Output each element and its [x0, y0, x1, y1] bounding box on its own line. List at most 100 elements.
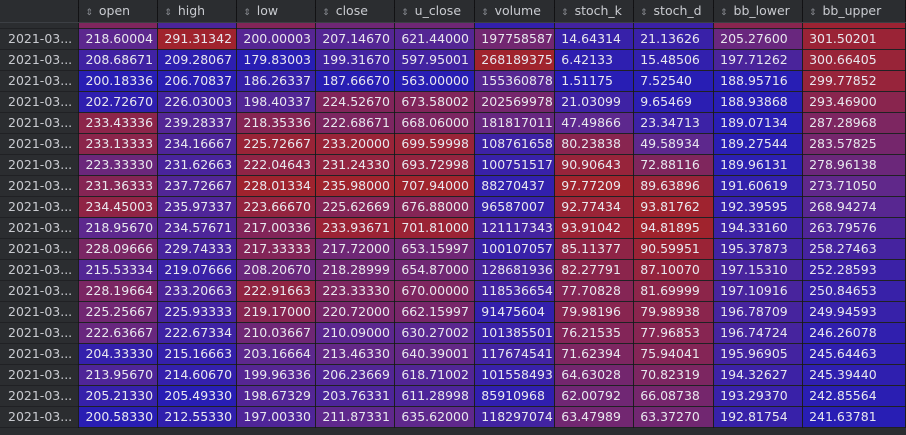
table-row[interactable]: 2021-03... 215.53334 219.07666 208.20670 218…: [0, 259, 906, 281]
cell-volume[interactable]: 268189375: [474, 49, 556, 71]
row-index-cell[interactable]: 2021-03...: [0, 91, 80, 113]
cell-high[interactable]: 291.31342: [157, 28, 238, 50]
sort-arrows-icon[interactable]: ⇕: [164, 8, 172, 18]
cell-bb_upper[interactable]: 273.71050: [802, 175, 906, 197]
cell-open[interactable]: 222.63667: [78, 322, 159, 344]
cell-u_close[interactable]: 668.06000: [394, 112, 476, 134]
sort-arrows-icon[interactable]: ⇕: [720, 8, 728, 18]
cell-volume[interactable]: 117674541: [474, 343, 556, 365]
cell-volume[interactable]: 155360878: [474, 70, 556, 92]
cell-stoch_d[interactable]: 94.81895: [633, 217, 715, 239]
cell-open[interactable]: 208.68671: [78, 49, 159, 71]
cell-close[interactable]: 199.31670: [315, 49, 396, 71]
cell-volume[interactable]: 101558493: [474, 364, 556, 386]
cell-low[interactable]: 198.40337: [236, 91, 317, 113]
row-index-cell[interactable]: 2021-03...: [0, 49, 80, 71]
cell-bb_upper[interactable]: 241.63781: [802, 406, 906, 428]
row-index-cell[interactable]: 2021-03...: [0, 133, 80, 155]
table-row[interactable]: 2021-03... 233.13333 234.16667 225.72667 233…: [0, 133, 906, 155]
cell-volume[interactable]: 91475604: [474, 301, 556, 323]
header-bb_lower[interactable]: ⇕ bb_lower: [713, 0, 803, 23]
row-index-cell[interactable]: 2021-03...: [0, 280, 80, 302]
cell-bb_lower[interactable]: 189.27544: [713, 133, 804, 155]
cell-stoch_d[interactable]: 9.65469: [633, 91, 715, 113]
table-row[interactable]: 2021-03... 233.43336 239.28337 218.35336 222…: [0, 112, 906, 134]
cell-low[interactable]: 186.26337: [236, 70, 317, 92]
cell-high[interactable]: 235.97337: [157, 196, 238, 218]
header-volume[interactable]: ⇕ volume: [474, 0, 556, 23]
cell-high[interactable]: 233.20663: [157, 280, 238, 302]
cell-low[interactable]: 222.04643: [236, 154, 317, 176]
cell-volume[interactable]: 100751517: [474, 154, 556, 176]
cell-low[interactable]: 219.17000: [236, 301, 317, 323]
cell-open[interactable]: 218.95670: [78, 217, 159, 239]
sort-arrows-icon[interactable]: ⇕: [322, 8, 330, 18]
cell-close[interactable]: 211.87331: [315, 406, 396, 428]
row-index-cell[interactable]: 2021-03...: [0, 301, 80, 323]
cell-bb_upper[interactable]: 293.46900: [802, 91, 906, 113]
cell-open[interactable]: 233.13333: [78, 133, 159, 155]
cell-bb_upper[interactable]: 287.28968: [802, 112, 906, 134]
cell-bb_lower[interactable]: 197.71262: [713, 49, 804, 71]
cell-high[interactable]: 229.74333: [157, 238, 238, 260]
row-index-cell[interactable]: 2021-03...: [0, 343, 80, 365]
sort-arrows-icon[interactable]: ⇕: [85, 8, 93, 18]
cell-bb_upper[interactable]: 245.64463: [802, 343, 906, 365]
cell-volume[interactable]: 128681936: [474, 259, 556, 281]
cell-low[interactable]: 200.00003: [236, 28, 317, 50]
table-row[interactable]: 2021-03... 218.60004 291.31342 200.00003 207…: [0, 28, 906, 50]
cell-low[interactable]: 199.96336: [236, 364, 317, 386]
cell-open[interactable]: 202.72670: [78, 91, 159, 113]
sort-arrows-icon[interactable]: ⇕: [243, 8, 251, 18]
cell-bb_lower[interactable]: 192.81754: [713, 406, 804, 428]
cell-high[interactable]: 209.28067: [157, 49, 238, 71]
cell-stoch_d[interactable]: 89.63896: [633, 175, 715, 197]
cell-bb_upper[interactable]: 242.85564: [802, 385, 906, 407]
cell-low[interactable]: 223.66670: [236, 196, 317, 218]
cell-u_close[interactable]: 670.00000: [394, 280, 476, 302]
sort-arrows-icon[interactable]: ⇕: [809, 8, 817, 18]
cell-close[interactable]: 207.14670: [315, 28, 396, 50]
cell-close[interactable]: 218.28999: [315, 259, 396, 281]
cell-open[interactable]: 204.33330: [78, 343, 159, 365]
cell-high[interactable]: 237.72667: [157, 175, 238, 197]
cell-low[interactable]: 228.01334: [236, 175, 317, 197]
row-index-cell[interactable]: 2021-03...: [0, 154, 80, 176]
header-u_close[interactable]: ⇕ u_close: [394, 0, 476, 23]
table-row[interactable]: 2021-03... 222.63667 222.67334 210.03667 210…: [0, 322, 906, 344]
cell-bb_lower[interactable]: 197.15310: [713, 259, 804, 281]
cell-bb_lower[interactable]: 189.96131: [713, 154, 804, 176]
cell-open[interactable]: 225.25667: [78, 301, 159, 323]
cell-stoch_k[interactable]: 62.00792: [554, 385, 635, 407]
sort-arrows-icon[interactable]: ⇕: [481, 8, 489, 18]
cell-volume[interactable]: 108761658: [474, 133, 556, 155]
cell-open[interactable]: 233.43336: [78, 112, 159, 134]
cell-open[interactable]: 205.21330: [78, 385, 159, 407]
table-row[interactable]: 2021-03... 228.09666 229.74333 217.33333 217…: [0, 238, 906, 260]
cell-volume[interactable]: 121117343: [474, 217, 556, 239]
cell-close[interactable]: 222.68671: [315, 112, 396, 134]
cell-bb_lower[interactable]: 195.96905: [713, 343, 804, 365]
cell-close[interactable]: 233.93671: [315, 217, 396, 239]
cell-u_close[interactable]: 707.94000: [394, 175, 476, 197]
cell-high[interactable]: 206.70837: [157, 70, 238, 92]
table-row[interactable]: 2021-03... 200.58330 212.55330 197.00330 211…: [0, 406, 906, 428]
cell-close[interactable]: 224.52670: [315, 91, 396, 113]
cell-close[interactable]: 217.72000: [315, 238, 396, 260]
table-row[interactable]: 2021-03... 234.45003 235.97337 223.66670 225…: [0, 196, 906, 218]
cell-volume[interactable]: 100107057: [474, 238, 556, 260]
cell-stoch_d[interactable]: 72.88116: [633, 154, 715, 176]
cell-stoch_k[interactable]: 1.51175: [554, 70, 635, 92]
cell-bb_upper[interactable]: 278.96138: [802, 154, 906, 176]
cell-stoch_d[interactable]: 63.37270: [633, 406, 715, 428]
cell-high[interactable]: 219.07666: [157, 259, 238, 281]
cell-u_close[interactable]: 618.71002: [394, 364, 476, 386]
dataframe-viewer[interactable]: 2021-03...239.42664240.36996228.33330226…: [0, 0, 906, 435]
cell-stoch_k[interactable]: 82.27791: [554, 259, 635, 281]
cell-stoch_k[interactable]: 90.90643: [554, 154, 635, 176]
cell-stoch_d[interactable]: 7.52540: [633, 70, 715, 92]
cell-stoch_k[interactable]: 63.47989: [554, 406, 635, 428]
cell-volume[interactable]: 88270437: [474, 175, 556, 197]
cell-volume[interactable]: 202569978: [474, 91, 556, 113]
cell-bb_lower[interactable]: 196.78709: [713, 301, 804, 323]
